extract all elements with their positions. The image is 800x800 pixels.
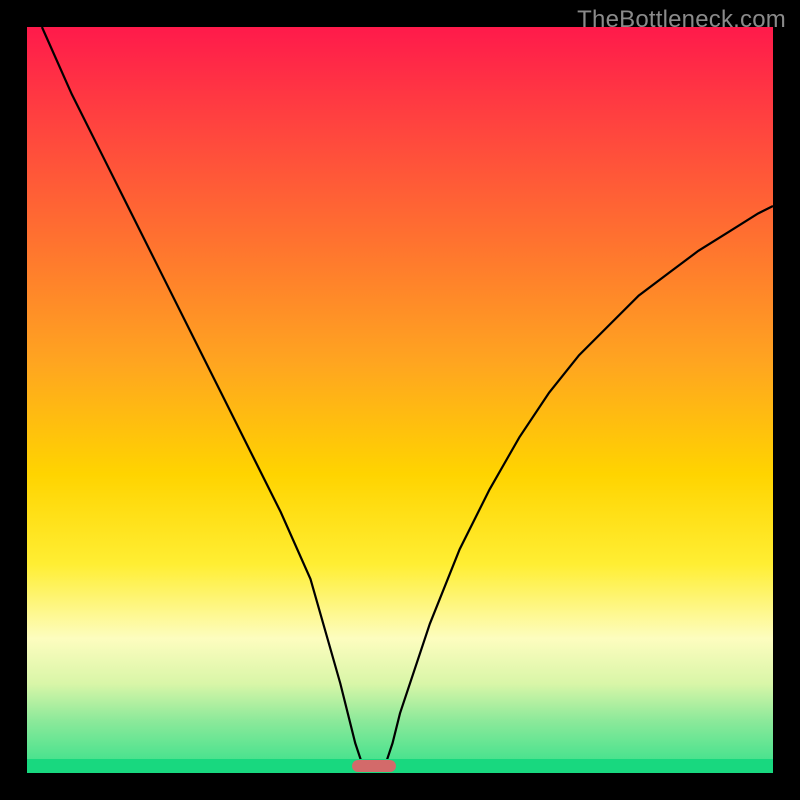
bottleneck-curve [42, 27, 773, 773]
watermark-text: TheBottleneck.com [577, 6, 786, 34]
baseline-green-band [27, 759, 773, 773]
chart-frame: TheBottleneck.com [0, 0, 800, 800]
curve-svg [27, 27, 773, 773]
optimal-range-marker [352, 760, 397, 772]
plot-area [27, 27, 773, 773]
